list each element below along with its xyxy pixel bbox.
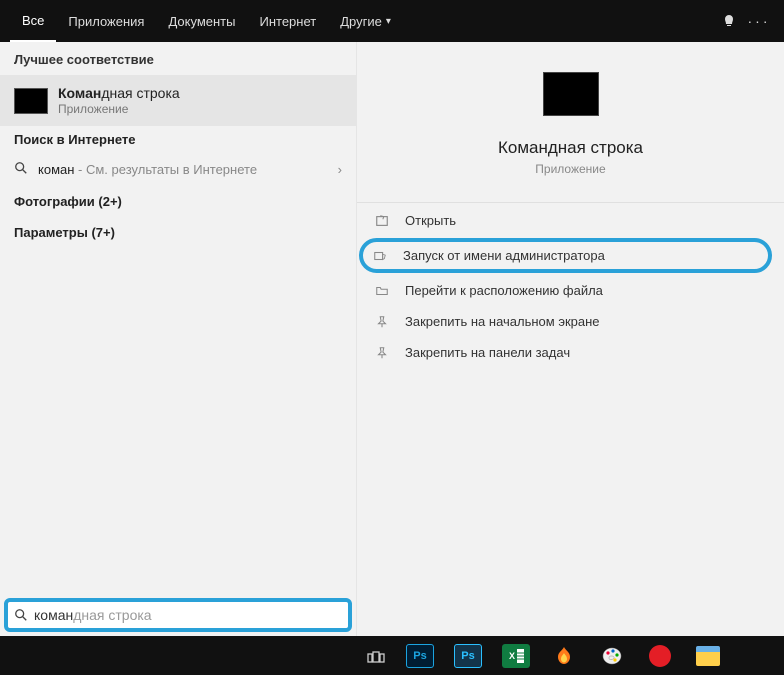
action-open-label: Открыть bbox=[405, 213, 456, 228]
action-open-location-label: Перейти к расположению файла bbox=[405, 283, 603, 298]
search-icon bbox=[14, 608, 28, 622]
tab-docs[interactable]: Документы bbox=[156, 0, 247, 42]
cmd-prompt-large-icon bbox=[543, 72, 599, 116]
tab-docs-label: Документы bbox=[168, 14, 235, 29]
palette-icon bbox=[598, 644, 626, 668]
best-match-title-highlight: Коман bbox=[58, 85, 101, 101]
tab-all-label: Все bbox=[22, 13, 44, 28]
preview-header: Командная строка Приложение bbox=[357, 60, 784, 202]
tab-internet[interactable]: Интернет bbox=[247, 0, 328, 42]
photos-label: Фотографии (2+) bbox=[14, 194, 122, 209]
taskbar-app-photoshop-2[interactable]: Ps bbox=[446, 640, 490, 672]
pin-taskbar-icon bbox=[375, 346, 397, 360]
taskbar-app-opera[interactable] bbox=[638, 640, 682, 672]
task-view-button[interactable] bbox=[356, 636, 396, 675]
admin-shield-icon bbox=[373, 249, 395, 263]
web-search-item[interactable]: коман - См. результаты в Интернете › bbox=[0, 153, 356, 186]
action-pin-start[interactable]: Закрепить на начальном экране bbox=[357, 306, 784, 337]
chevron-down-icon: ▾ bbox=[386, 16, 391, 27]
action-pin-taskbar-label: Закрепить на панели задач bbox=[405, 345, 570, 360]
taskbar-app-photoshop-1[interactable]: Ps bbox=[398, 640, 442, 672]
best-match-header: Лучшее соответствие bbox=[0, 42, 356, 75]
taskbar-app-excel[interactable]: X bbox=[494, 640, 538, 672]
taskbar: Ps Ps X bbox=[0, 636, 784, 675]
tab-other[interactable]: Другие ▾ bbox=[328, 0, 403, 42]
web-search-query: коман bbox=[38, 162, 74, 177]
action-pin-start-label: Закрепить на начальном экране bbox=[405, 314, 600, 329]
taskbar-app-burning[interactable] bbox=[542, 640, 586, 672]
flame-icon bbox=[550, 644, 578, 668]
best-match-subtitle: Приложение bbox=[58, 102, 180, 116]
search-icon bbox=[14, 161, 30, 178]
web-search-header: Поиск в Интернете bbox=[0, 126, 356, 153]
preview-subtitle: Приложение bbox=[535, 162, 605, 176]
search-input[interactable]: командная строка bbox=[4, 598, 352, 632]
action-open-location[interactable]: Перейти к расположению файла bbox=[357, 275, 784, 306]
results-pane: Лучшее соответствие Командная строка При… bbox=[0, 42, 356, 636]
action-run-as-admin-label: Запуск от имени администратора bbox=[403, 248, 605, 263]
settings-label: Параметры (7+) bbox=[14, 225, 115, 240]
preview-actions: Открыть Запуск от имени администратора П… bbox=[357, 202, 784, 368]
taskbar-search-area bbox=[0, 636, 356, 675]
best-match-title: Командная строка bbox=[58, 85, 180, 101]
photos-category[interactable]: Фотографии (2+) bbox=[0, 186, 356, 217]
taskbar-app-explorer[interactable] bbox=[686, 640, 730, 672]
tab-other-label: Другие bbox=[340, 14, 382, 29]
action-run-as-admin[interactable]: Запуск от имени администратора bbox=[359, 238, 772, 273]
preview-title: Командная строка bbox=[498, 138, 643, 158]
web-search-suffix: - См. результаты в Интернете bbox=[74, 162, 257, 177]
search-typed-text: коман bbox=[34, 607, 73, 623]
best-match-item[interactable]: Командная строка Приложение bbox=[0, 75, 356, 126]
folder-location-icon bbox=[375, 284, 397, 298]
opera-icon bbox=[649, 645, 671, 667]
open-icon bbox=[375, 214, 397, 228]
cmd-prompt-icon bbox=[14, 88, 48, 114]
tab-internet-label: Интернет bbox=[259, 14, 316, 29]
search-bar-container: командная строка bbox=[0, 594, 356, 636]
tab-apps[interactable]: Приложения bbox=[56, 0, 156, 42]
photoshop-icon: Ps bbox=[406, 644, 434, 668]
tab-apps-label: Приложения bbox=[68, 14, 144, 29]
file-explorer-icon bbox=[696, 646, 720, 666]
pin-start-icon bbox=[375, 315, 397, 329]
search-content: Лучшее соответствие Командная строка При… bbox=[0, 42, 784, 636]
excel-icon: X bbox=[502, 644, 530, 668]
chevron-right-icon: › bbox=[338, 162, 342, 177]
web-search-text: коман - См. результаты в Интернете bbox=[38, 162, 338, 177]
tab-all[interactable]: Все bbox=[10, 0, 56, 42]
action-open[interactable]: Открыть bbox=[357, 205, 784, 236]
preview-pane: Командная строка Приложение Открыть Запу… bbox=[356, 42, 784, 636]
feedback-icon[interactable] bbox=[714, 0, 744, 42]
best-match-title-rest: дная строка bbox=[101, 85, 179, 101]
svg-text:X: X bbox=[509, 651, 515, 661]
action-pin-taskbar[interactable]: Закрепить на панели задач bbox=[357, 337, 784, 368]
search-autocomplete-ghost: дная строка bbox=[73, 607, 151, 623]
more-options-icon[interactable]: ··· bbox=[744, 0, 774, 42]
settings-category[interactable]: Параметры (7+) bbox=[0, 217, 356, 248]
photoshop-icon: Ps bbox=[454, 644, 482, 668]
search-tabs-bar: Все Приложения Документы Интернет Другие… bbox=[0, 0, 784, 42]
taskbar-app-paint[interactable] bbox=[590, 640, 634, 672]
